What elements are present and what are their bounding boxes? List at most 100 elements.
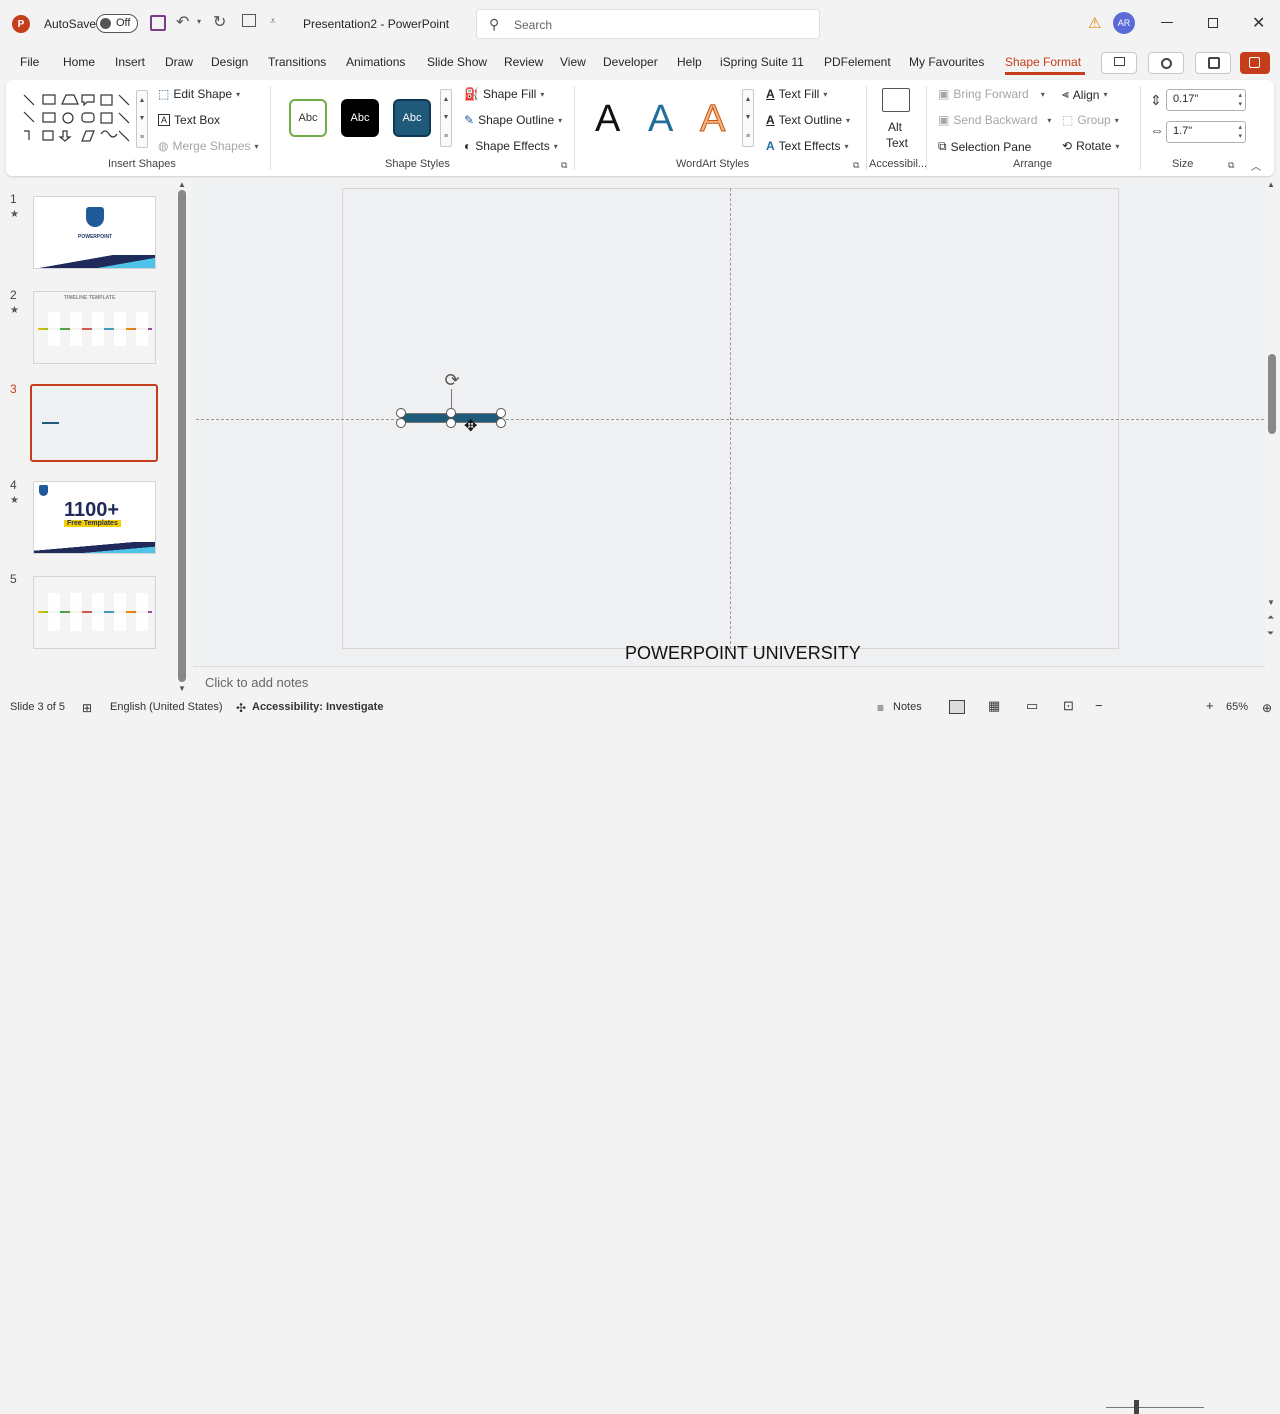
zoom-slider-thumb[interactable] (1134, 1400, 1139, 1414)
comments-button[interactable] (1101, 52, 1137, 74)
normal-view-icon[interactable] (949, 700, 965, 714)
teams-button[interactable] (1195, 52, 1231, 74)
resize-handle-top-middle[interactable] (446, 408, 456, 418)
bring-forward-button[interactable]: ▣ Bring Forward ▾ (938, 87, 1045, 101)
tab-pdfelement[interactable]: PDFelement (824, 55, 891, 69)
minimize-icon[interactable] (1161, 22, 1173, 23)
notes-pane[interactable]: Click to add notes (193, 666, 1265, 696)
collapse-ribbon-icon[interactable]: ︿ (1251, 158, 1261, 173)
wordart-preset-black[interactable]: A (595, 98, 620, 141)
slide-sorter-view-icon[interactable]: ▦ (988, 698, 1000, 714)
record-button[interactable] (1148, 52, 1184, 74)
avatar[interactable]: AR (1113, 12, 1135, 34)
resize-handle-bottom-right[interactable] (496, 418, 506, 428)
tab-transitions[interactable]: Transitions (268, 55, 326, 69)
chevron-up-icon[interactable]: ▲ (1267, 180, 1275, 189)
tab-file[interactable]: File (20, 55, 39, 69)
close-icon[interactable]: ✕ (1252, 13, 1265, 33)
resize-handle-bottom-middle[interactable] (446, 418, 456, 428)
shape-styles-launcher-icon[interactable]: ⧉ (561, 160, 567, 171)
zoom-out-icon[interactable]: − (1095, 698, 1103, 713)
text-effects-button[interactable]: A Text Effects ▾ (766, 139, 849, 153)
send-backward-button[interactable]: ▣ Send Backward ▾ (938, 113, 1051, 127)
tab-design[interactable]: Design (211, 55, 248, 69)
shape-effects-button[interactable]: ◐ Shape Effects ▾ (464, 139, 558, 153)
undo-dropdown-icon[interactable]: ▾ (197, 17, 201, 26)
tab-insert[interactable]: Insert (115, 55, 145, 69)
thumb-scrollbar[interactable] (178, 190, 186, 682)
tab-review[interactable]: Review (504, 55, 543, 69)
warning-icon[interactable]: ⚠ (1088, 14, 1101, 32)
tab-slide-show[interactable]: Slide Show (427, 55, 487, 69)
slide-thumbnail-2[interactable]: TIMELINE TEMPLATE (33, 291, 156, 364)
shape-width-field[interactable]: 1.7" ▴ ▾ (1166, 121, 1246, 143)
tab-draw[interactable]: Draw (165, 55, 193, 69)
edit-shape-button[interactable]: ⬚ Edit Shape ▾ (158, 87, 240, 101)
chevron-down-icon[interactable]: ▼ (1267, 598, 1275, 607)
tab-animations[interactable]: Animations (346, 55, 405, 69)
chevron-down-icon[interactable]: ▼ (178, 684, 186, 693)
shape-outline-button[interactable]: ✎ Shape Outline ▾ (464, 113, 562, 127)
wordart-preset-orange-outline[interactable]: A (699, 98, 725, 141)
present-icon[interactable] (242, 14, 256, 27)
redo-icon[interactable]: ↻ (213, 12, 226, 32)
accessibility-icon[interactable]: ✣ (236, 701, 246, 715)
slide-thumbnail-5[interactable] (33, 576, 156, 649)
shapes-gallery[interactable] (20, 90, 138, 148)
fit-slide-icon[interactable]: ⊕ (1262, 701, 1272, 715)
shape-height-field[interactable]: 0.17" ▴ ▾ (1166, 89, 1246, 111)
slide-thumbnail-3[interactable] (30, 384, 158, 462)
autosave-toggle[interactable]: Off (96, 14, 138, 33)
tab-ispring[interactable]: iSpring Suite 11 (720, 55, 804, 69)
save-icon[interactable] (150, 15, 166, 31)
shapes-gallery-scroll[interactable]: ▲ ▼ ≡ (136, 90, 148, 148)
wordart-gallery-scroll[interactable]: ▲ ▼ ≡ (742, 89, 754, 147)
spell-check-icon[interactable]: ⊞ (82, 701, 92, 715)
text-outline-button[interactable]: A Text Outline ▾ (766, 113, 850, 127)
shape-style-preset-black[interactable]: Abc (341, 99, 379, 137)
reading-view-icon[interactable]: ▭ (1026, 698, 1038, 714)
horizontal-guide[interactable] (196, 419, 1264, 420)
resize-handle-bottom-left[interactable] (396, 418, 406, 428)
wordart-preset-blue[interactable]: A (648, 98, 673, 141)
notes-toggle[interactable]: Notes (893, 701, 922, 713)
previous-slide-icon[interactable]: ⏶ (1267, 612, 1274, 623)
share-button[interactable] (1240, 52, 1270, 74)
search-box[interactable]: ⚲ Search (476, 9, 820, 39)
notes-toggle-icon[interactable]: ≡ (877, 701, 884, 715)
restore-icon[interactable] (1208, 18, 1218, 28)
zoom-slider[interactable] (1106, 1407, 1204, 1408)
undo-icon[interactable]: ↶ (176, 12, 189, 32)
next-slide-icon[interactable]: ⏷ (1267, 628, 1274, 639)
size-launcher-icon[interactable]: ⧉ (1228, 160, 1234, 171)
selection-pane-button[interactable]: ⧉ Selection Pane (938, 139, 1031, 154)
tab-view[interactable]: View (560, 55, 586, 69)
editor-scrollbar[interactable] (1268, 354, 1276, 434)
resize-handle-right[interactable] (496, 408, 506, 418)
accessibility-status[interactable]: Accessibility: Investigate (252, 701, 383, 713)
wordart-launcher-icon[interactable]: ⧉ (853, 160, 859, 171)
text-box-button[interactable]: A Text Box (158, 113, 220, 127)
text-fill-button[interactable]: A Text Fill ▾ (766, 87, 827, 101)
align-button[interactable]: ⫷ Align ▾ (1062, 87, 1107, 102)
merge-shapes-button[interactable]: ◍ Merge Shapes ▾ (158, 139, 259, 153)
slide-thumbnail-1[interactable]: POWERPOINT (33, 196, 156, 269)
alt-text-button[interactable]: Alt Text (874, 86, 918, 152)
group-button[interactable]: ⬚ Group ▾ (1062, 113, 1119, 127)
resize-handle-left[interactable] (396, 408, 406, 418)
language-indicator[interactable]: English (United States) (110, 701, 223, 713)
shape-style-preset-teal[interactable]: Abc (393, 99, 431, 137)
tab-home[interactable]: Home (63, 55, 95, 69)
slideshow-view-icon[interactable]: ⊡ (1063, 698, 1074, 714)
tab-my-favourites[interactable]: My Favourites (909, 55, 984, 69)
zoom-level[interactable]: 65% (1226, 701, 1248, 713)
tab-help[interactable]: Help (677, 55, 702, 69)
zoom-in-icon[interactable]: + (1206, 698, 1214, 713)
chevron-up-icon[interactable]: ▲ (178, 180, 186, 189)
shape-styles-gallery-scroll[interactable]: ▲ ▼ ≡ (440, 89, 452, 147)
tab-developer[interactable]: Developer (603, 55, 658, 69)
tab-shape-format[interactable]: Shape Format (1005, 55, 1081, 69)
shape-style-preset-outline-green[interactable]: Abc (289, 99, 327, 137)
slide-thumbnail-4[interactable]: 1100+ Free Templates (33, 481, 156, 554)
rotate-handle-icon[interactable]: ⟳ (442, 370, 462, 390)
